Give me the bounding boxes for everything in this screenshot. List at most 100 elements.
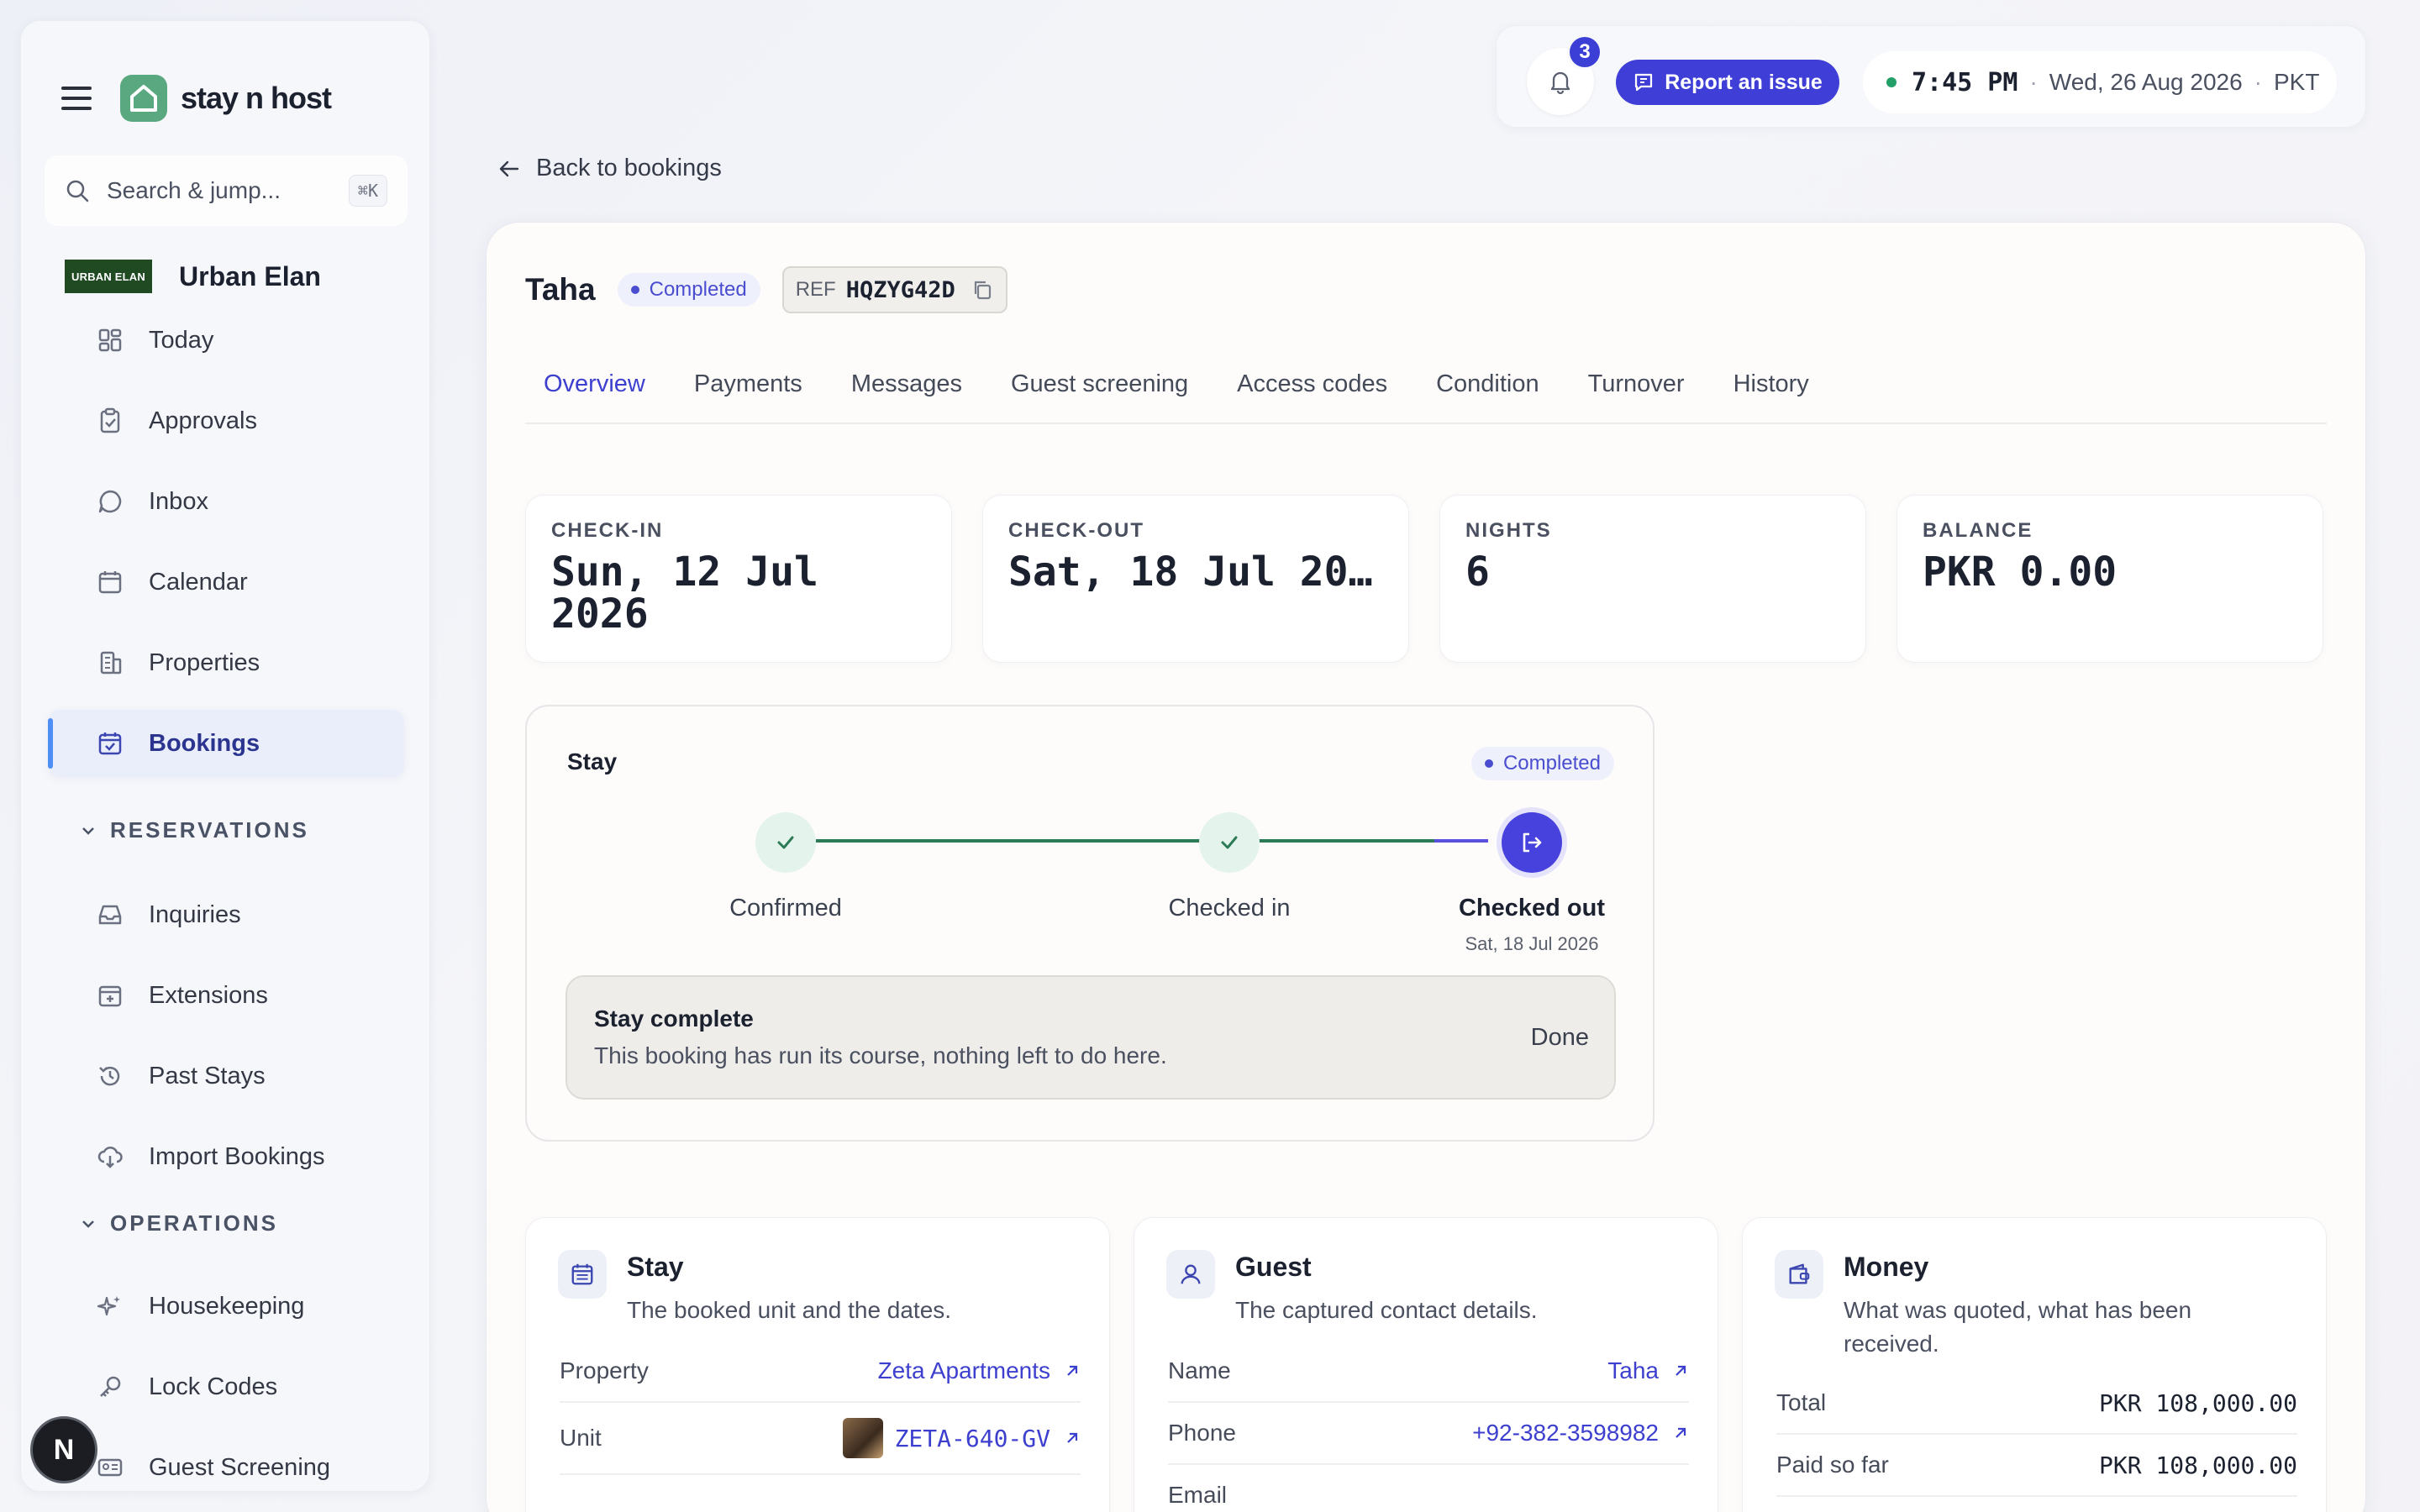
search-icon [66, 180, 89, 202]
stay-progress-card: Stay Completed Confirmed Checked in Chec… [525, 705, 1655, 1142]
row-key: Phone [1168, 1420, 1236, 1446]
stat-value: Sat, 18 Jul 20… [1008, 551, 1373, 593]
done-button[interactable]: Done [1531, 1024, 1589, 1052]
notice-message: This booking has run its course, nothing… [594, 1042, 1167, 1068]
tab-turnover[interactable]: Turnover [1586, 370, 1685, 423]
check-in-stat: CHECK-IN Sun, 12 Jul 2026 [525, 495, 952, 663]
tab-history[interactable]: History [1732, 370, 1809, 423]
sidebar-item-label: Guest Screening [149, 1453, 331, 1481]
sidebar-item-label: Inbox [149, 487, 208, 515]
row-value: ZETA-640-GV [894, 1424, 1050, 1452]
sidebar-item-housekeeping[interactable]: Housekeeping [48, 1273, 404, 1340]
sidebar-item-bookings[interactable]: Bookings [48, 710, 404, 777]
brand: stay n host [61, 71, 332, 125]
check-icon [1221, 836, 1238, 849]
sidebar-item-label: Extensions [149, 981, 268, 1009]
property-link[interactable]: Zeta Apartments [878, 1357, 1081, 1384]
stat-label: CHECK-OUT [1008, 519, 1144, 542]
wallet-icon-badge [1775, 1250, 1823, 1299]
sidebar-item-label: Lock Codes [149, 1373, 278, 1400]
tab-condition[interactable]: Condition [1434, 370, 1539, 423]
tab-messages[interactable]: Messages [850, 370, 962, 423]
current-time: 7:45 PM [1912, 67, 2018, 97]
calendar-icon [571, 1263, 593, 1285]
notice-title: Stay complete [594, 1005, 754, 1032]
calendar-plus-icon [98, 985, 122, 1007]
key-icon [100, 1376, 121, 1397]
sidebar-item-properties[interactable]: Properties [48, 629, 404, 696]
tab-payments[interactable]: Payments [692, 370, 802, 423]
sidebar-item-inbox[interactable]: Inbox [48, 468, 404, 535]
sidebar-item-today[interactable]: Today [48, 307, 404, 374]
house-logo-icon[interactable] [120, 75, 167, 122]
sidebar-item-import-bookings[interactable]: Import Bookings [48, 1123, 404, 1190]
tab-guest-screening[interactable]: Guest screening [1009, 370, 1188, 423]
clock-display: 7:45 PM · Wed, 26 Aug 2026 · PKT [1863, 51, 2337, 113]
stat-value: Sun, 12 Jul 2026 [551, 551, 818, 635]
detail-row: Name Taha [1168, 1341, 1689, 1403]
card-title: Guest [1235, 1252, 1312, 1282]
external-link-icon [1676, 1365, 1686, 1376]
unit-link[interactable]: ZETA-640-GV [842, 1418, 1081, 1458]
stay-progress-title: Stay [567, 748, 618, 774]
report-issue-button[interactable]: Report an issue [1616, 60, 1839, 105]
section-operations[interactable]: OPERATIONS [82, 1210, 278, 1236]
user-avatar[interactable]: N [30, 1416, 97, 1483]
row-key: Unit [560, 1425, 602, 1451]
row-value: PKR 108,000.00 [2098, 1451, 2297, 1479]
step-checked-in [1199, 812, 1260, 873]
tab-overview[interactable]: Overview [542, 370, 645, 423]
copy-icon[interactable] [971, 278, 994, 302]
sidebar: stay n host Search & jump... ⌘K URBAN EL… [20, 20, 430, 1492]
step-label: Checked in [1168, 895, 1291, 921]
balance-stat: BALANCE PKR 0.00 [1897, 495, 2323, 663]
menu-icon[interactable] [61, 87, 92, 110]
inbox-tray-icon [98, 905, 122, 925]
org-switcher[interactable]: URBAN ELAN Urban Elan [65, 260, 321, 293]
detail-row: Email [1168, 1465, 1689, 1512]
guest-name-title: Taha [525, 272, 596, 307]
money-info-card: Money What was quoted, what has been rec… [1742, 1217, 2327, 1512]
guest-info-card: Guest The captured contact details. Name… [1134, 1217, 1718, 1512]
guest-name-link[interactable]: Taha [1607, 1357, 1689, 1384]
nights-stat: NIGHTS 6 [1439, 495, 1866, 663]
sidebar-item-label: Past Stays [149, 1062, 266, 1089]
external-link-icon [1067, 1432, 1078, 1443]
sidebar-item-approvals[interactable]: Approvals [48, 387, 404, 454]
tab-access-codes[interactable]: Access codes [1235, 370, 1387, 423]
sidebar-item-inquiries[interactable]: Inquiries [48, 881, 404, 948]
status-label: Completed [649, 278, 747, 301]
sidebar-item-lock-codes[interactable]: Lock Codes [48, 1353, 404, 1420]
section-reservations[interactable]: RESERVATIONS [82, 817, 309, 843]
phone-link[interactable]: +92-382-3598982 [1472, 1420, 1689, 1446]
check-out-stat: CHECK-OUT Sat, 18 Jul 20… [982, 495, 1409, 663]
calendar-icon [98, 571, 122, 594]
status-label: Completed [1502, 752, 1601, 774]
detail-row: Unit ZETA-640-GV [560, 1403, 1081, 1475]
back-to-bookings-link[interactable]: Back to bookings [497, 155, 722, 182]
arrow-left-icon [499, 160, 519, 176]
row-key: Total [1776, 1389, 1827, 1415]
status-badge: Completed [1470, 747, 1614, 780]
back-link-label: Back to bookings [536, 155, 722, 181]
sidebar-item-past-stays[interactable]: Past Stays [48, 1042, 404, 1110]
detail-row: Phone +92-382-3598982 [1168, 1403, 1689, 1465]
booking-header: Taha Completed REF HQZYG42D [525, 266, 1007, 313]
sidebar-item-label: Today [149, 326, 214, 354]
brand-name[interactable]: stay n host [181, 81, 332, 116]
user-icon [1181, 1264, 1201, 1284]
status-badge: Completed [617, 273, 760, 307]
reference-chip[interactable]: REF HQZYG42D [781, 266, 1007, 313]
sidebar-item-calendar[interactable]: Calendar [48, 549, 404, 616]
search-input[interactable]: Search & jump... ⌘K [45, 155, 408, 226]
step-checked-out [1502, 812, 1562, 873]
sidebar-item-guest-screening[interactable]: Guest Screening [48, 1434, 404, 1501]
user-icon-badge [1166, 1250, 1215, 1299]
step-label: Checked out [1458, 895, 1606, 921]
sidebar-item-extensions[interactable]: Extensions [48, 962, 404, 1029]
detail-row: Total PKR 108,000.00 [1776, 1373, 2297, 1435]
chevron-down-icon [82, 1220, 94, 1228]
step-label: Confirmed [729, 895, 842, 921]
history-icon [99, 1066, 120, 1086]
booking-tabs: Overview Payments Messages Guest screeni… [525, 370, 2327, 424]
